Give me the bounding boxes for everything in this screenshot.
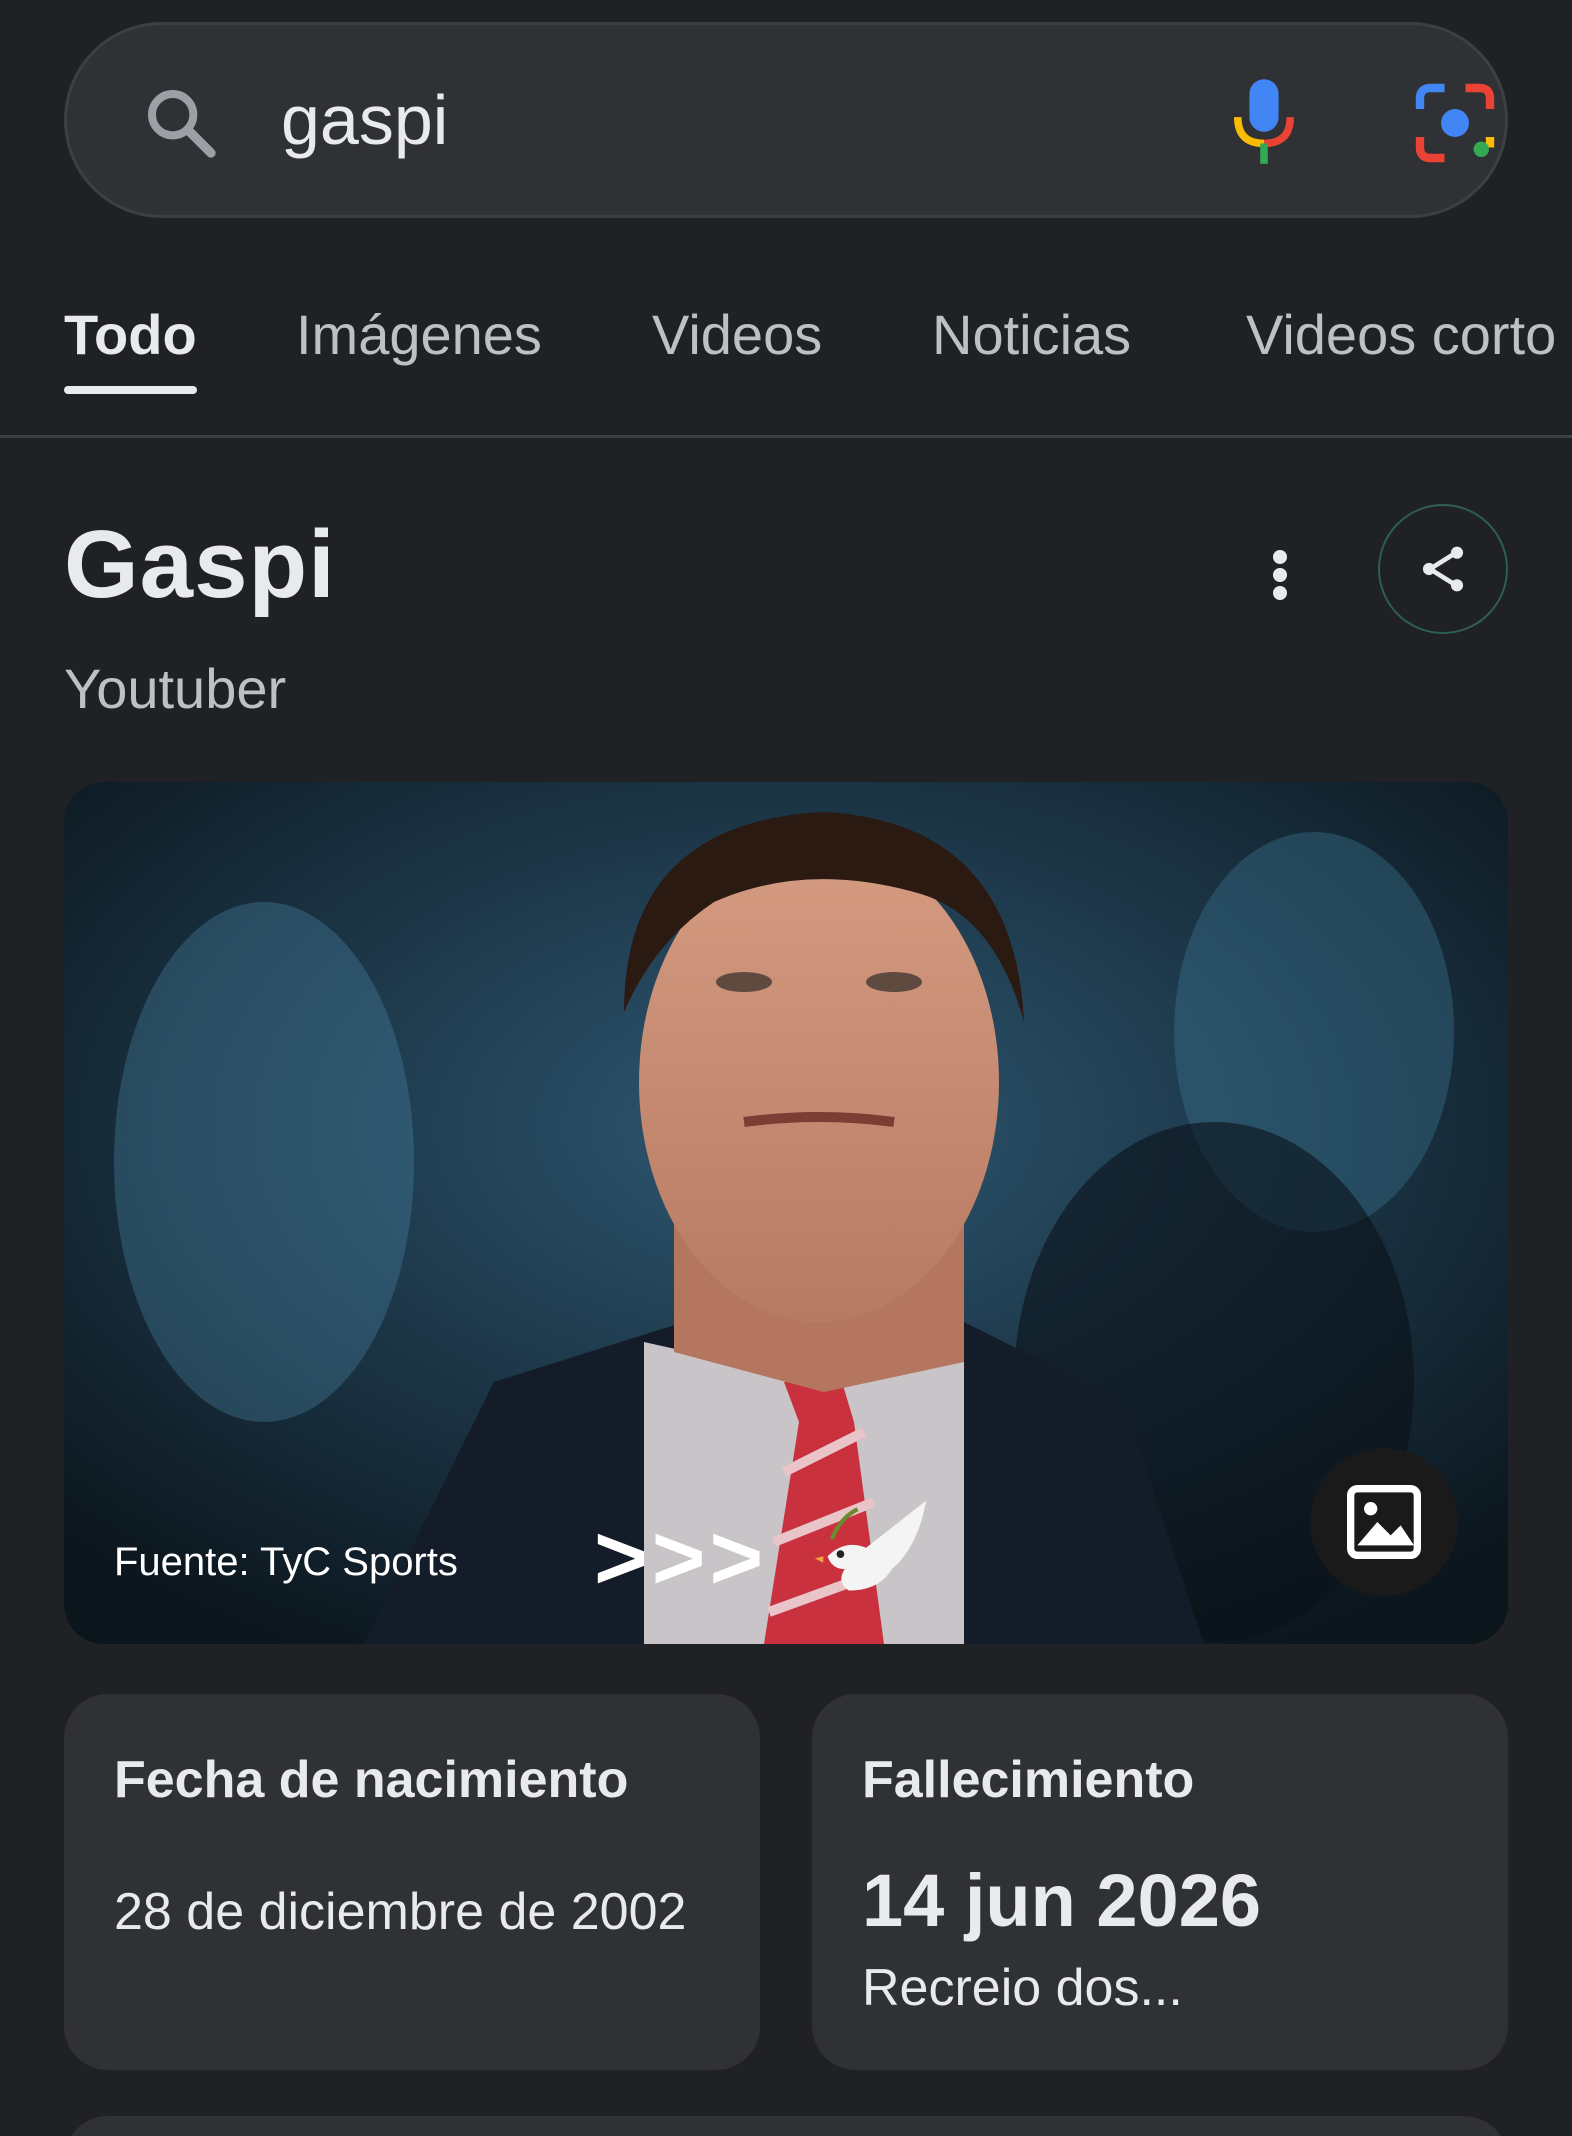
entity-image[interactable]: Fuente: TyC Sports >>> xyxy=(64,782,1508,1644)
tab-videos-cortos[interactable]: Videos corto xyxy=(1246,290,1556,380)
fact-card-birth[interactable]: Fecha de nacimiento 28 de diciembre de 2… xyxy=(64,1694,760,2070)
image-source-label: Fuente: TyC Sports xyxy=(114,1540,458,1584)
fact-card-death[interactable]: Fallecimiento 14 jun 2026 Recreio dos... xyxy=(812,1694,1508,2070)
mic-icon[interactable] xyxy=(1229,75,1299,171)
tab-noticias[interactable]: Noticias xyxy=(932,290,1131,380)
tab-todo[interactable]: Todo xyxy=(64,290,197,380)
image-gallery-button[interactable] xyxy=(1310,1448,1458,1596)
more-vert-icon xyxy=(1273,550,1287,564)
fact-label: Fecha de nacimiento xyxy=(114,1751,629,1809)
fact-label: Fallecimiento xyxy=(862,1751,1195,1809)
image-icon xyxy=(1347,1485,1421,1559)
next-card-partial xyxy=(64,2116,1508,2136)
search-input[interactable]: gaspi xyxy=(281,25,448,215)
search-tabs: Todo Imágenes Videos Noticias Videos cor… xyxy=(0,290,1572,438)
entity-title: Gaspi xyxy=(64,511,336,618)
share-icon xyxy=(1422,546,1464,592)
fact-value: 14 jun 2026 xyxy=(862,1859,1262,1942)
overlay-arrows-text: >>> xyxy=(594,1507,768,1609)
dove-icon xyxy=(814,1500,927,1591)
more-options-button[interactable] xyxy=(1250,540,1310,610)
fact-value: 28 de diciembre de 2002 xyxy=(114,1883,687,1941)
entity-subtitle: Youtuber xyxy=(64,657,287,720)
search-results-page: gaspi Todo Imágenes Videos Noticias Vide… xyxy=(0,0,1572,2136)
search-bar[interactable]: gaspi xyxy=(64,22,1508,218)
portrait-photo xyxy=(64,782,1508,1644)
search-icon[interactable] xyxy=(141,83,221,163)
fact-sub-value: Recreio dos... xyxy=(862,1959,1183,2017)
tab-videos[interactable]: Videos xyxy=(652,290,822,380)
tab-imagenes[interactable]: Imágenes xyxy=(296,290,542,380)
lens-icon[interactable] xyxy=(1413,81,1497,165)
active-tab-indicator xyxy=(64,386,197,394)
share-button[interactable] xyxy=(1378,504,1508,634)
